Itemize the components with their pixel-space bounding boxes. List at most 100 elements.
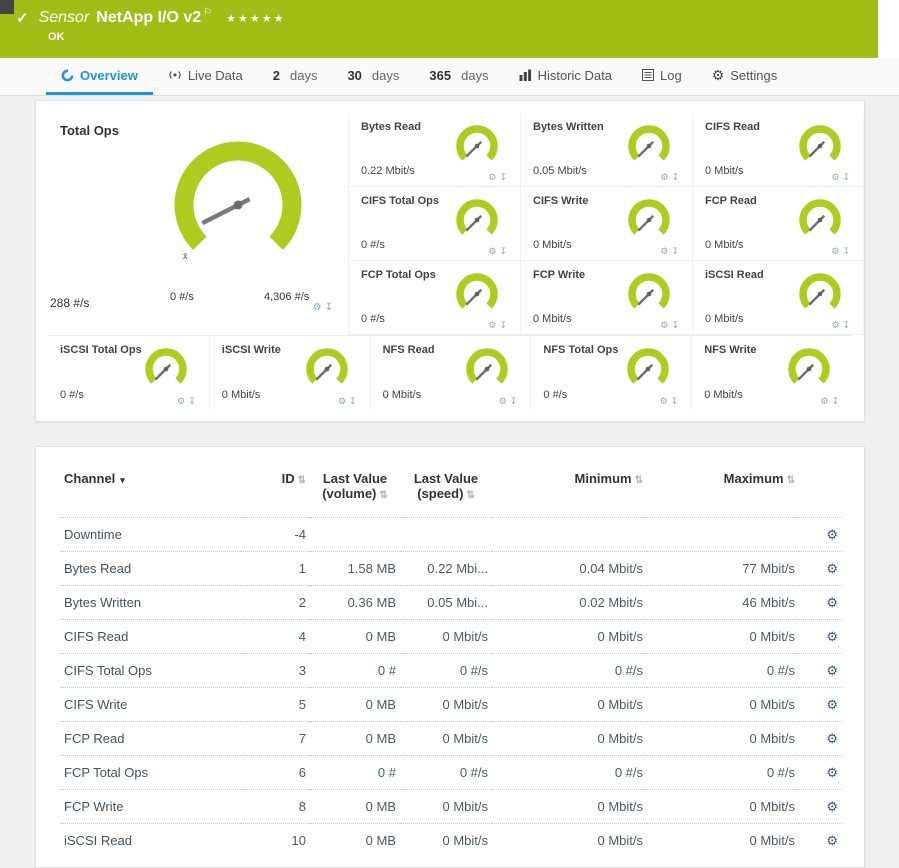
tab-live-data[interactable]: Live Data xyxy=(153,58,258,95)
gauge-download-icon[interactable]: ↧ xyxy=(325,302,336,313)
column-header-last-value-speed[interactable]: Last Value(speed)⇅ xyxy=(400,457,492,518)
gauge-download-icon[interactable]: ↧ xyxy=(671,320,682,330)
header-right-gap xyxy=(878,0,899,58)
gauge-download-icon[interactable]: ↧ xyxy=(831,396,842,406)
tab-30-days-unit: days xyxy=(372,68,399,83)
gauge-gear-icon[interactable]: ⚙ xyxy=(660,246,671,256)
tab-2-days[interactable]: 2days xyxy=(258,58,333,95)
gauge-cell-nfs-write[interactable]: NFS Write 0 Mbit/s ⚙↧ xyxy=(691,336,852,410)
gauge-gear-icon[interactable]: ⚙ xyxy=(313,302,325,313)
gauge-gear-icon[interactable]: ⚙ xyxy=(499,396,510,406)
channel-last-speed: 0.22 Mbi... xyxy=(400,552,492,586)
channel-edit-icon[interactable]: ⚙ xyxy=(826,663,838,678)
tab-historic-data[interactable]: Historic Data xyxy=(504,58,627,95)
gauge-needle xyxy=(638,216,653,231)
gauge-download-icon[interactable]: ↧ xyxy=(842,246,853,256)
channel-name[interactable]: Bytes Read xyxy=(60,552,240,586)
channel-name[interactable]: FCP Write xyxy=(60,790,240,824)
column-header-id[interactable]: ID⇅ xyxy=(240,457,310,518)
gauge-cell-fcp-total-ops[interactable]: FCP Total Ops 0 #/s ⚙↧ xyxy=(348,261,520,335)
gauge-gear-icon[interactable]: ⚙ xyxy=(338,396,349,406)
gauge-cell-nfs-read[interactable]: NFS Read 0 Mbit/s ⚙↧ xyxy=(370,336,531,410)
gauge-dial xyxy=(622,272,676,316)
gauge-gear-icon[interactable]: ⚙ xyxy=(660,172,671,182)
gauge-gear-icon[interactable]: ⚙ xyxy=(660,320,671,330)
gauge-cell-fcp-read[interactable]: FCP Read 0 Mbit/s ⚙↧ xyxy=(692,187,864,261)
gauge-gear-icon[interactable]: ⚙ xyxy=(488,172,499,182)
channel-filter-caret-icon[interactable]: ▾ xyxy=(120,475,125,485)
flag-icon[interactable]: ⚐ xyxy=(203,7,212,18)
gauge-cell-iscsi-total-ops[interactable]: iSCSI Total Ops 0 #/s ⚙↧ xyxy=(48,336,209,410)
channel-edit-icon[interactable]: ⚙ xyxy=(826,595,838,610)
gauge-needle xyxy=(638,142,653,157)
tab-365-days[interactable]: 365days xyxy=(414,58,503,95)
sort-icon[interactable]: ⇅ xyxy=(635,475,643,486)
channel-edit-icon[interactable]: ⚙ xyxy=(826,527,838,542)
gauge-download-icon[interactable]: ↧ xyxy=(510,396,521,406)
gauge-download-icon[interactable]: ↧ xyxy=(671,172,682,182)
table-row: iSCSI Read 10 0 MB 0 Mbit/s 0 Mbit/s 0 M… xyxy=(60,824,842,858)
gauge-gear-icon[interactable]: ⚙ xyxy=(820,396,831,406)
tab-30-days[interactable]: 30days xyxy=(332,58,414,95)
sort-icon[interactable]: ⇅ xyxy=(787,475,795,486)
channel-name[interactable]: FCP Total Ops xyxy=(60,756,240,790)
gauge-gear-icon[interactable]: ⚙ xyxy=(488,320,499,330)
channel-edit-icon[interactable]: ⚙ xyxy=(826,731,838,746)
channel-edit-icon[interactable]: ⚙ xyxy=(826,697,838,712)
gauge-cell-cifs-write[interactable]: CIFS Write 0 Mbit/s ⚙↧ xyxy=(520,187,692,261)
channel-last-volume: 0 MB xyxy=(310,688,400,722)
tab-log[interactable]: Log xyxy=(627,58,697,95)
tab-overview[interactable]: Overview xyxy=(46,58,153,95)
sensor-header: ✓ Sensor NetApp I/O v2 ⚐ ★★★★★ OK xyxy=(0,0,899,58)
channel-edit-icon[interactable]: ⚙ xyxy=(826,629,838,644)
channel-edit-icon[interactable]: ⚙ xyxy=(826,765,838,780)
gauge-gear-icon[interactable]: ⚙ xyxy=(831,246,842,256)
gauge-cell-bytes-read[interactable]: Bytes Read 0.22 Mbit/s ⚙↧ xyxy=(348,113,520,187)
gauge-download-icon[interactable]: ↧ xyxy=(499,172,510,182)
gauge-cell-iscsi-write[interactable]: iSCSI Write 0 Mbit/s ⚙↧ xyxy=(209,336,370,410)
column-header-minimum[interactable]: Minimum⇅ xyxy=(492,457,647,518)
channel-name[interactable]: iSCSI Read xyxy=(60,824,240,858)
sort-icon[interactable]: ⇅ xyxy=(379,490,387,501)
gauge-download-icon[interactable]: ↧ xyxy=(671,246,682,256)
gauge-cell-total-ops[interactable]: Total Ops x̄ 288 #/s 0 #/s 4,306 #/s ⚙↧ xyxy=(48,113,348,335)
channel-name[interactable]: CIFS Write xyxy=(60,688,240,722)
gauge-download-icon[interactable]: ↧ xyxy=(188,396,199,406)
channel-table-panel: Channel▾ ID⇅ Last Value(volume)⇅ Last Va… xyxy=(35,446,865,868)
channel-edit-icon[interactable]: ⚙ xyxy=(826,561,838,576)
gauge-download-icon[interactable]: ↧ xyxy=(842,320,853,330)
gauge-cell-bytes-written[interactable]: Bytes Written 0.05 Mbit/s ⚙↧ xyxy=(520,113,692,187)
gauge-download-icon[interactable]: ↧ xyxy=(499,320,510,330)
channel-edit-icon[interactable]: ⚙ xyxy=(826,799,838,814)
gauge-cell-nfs-total-ops[interactable]: NFS Total Ops 0 #/s ⚙↧ xyxy=(530,336,691,410)
gauge-gear-icon[interactable]: ⚙ xyxy=(831,320,842,330)
gauge-gear-icon[interactable]: ⚙ xyxy=(488,246,499,256)
column-header-maximum[interactable]: Maximum⇅ xyxy=(647,457,799,518)
channel-edit-icon[interactable]: ⚙ xyxy=(826,833,838,848)
gauge-cell-cifs-read[interactable]: CIFS Read 0 Mbit/s ⚙↧ xyxy=(692,113,864,187)
gauge-download-icon[interactable]: ↧ xyxy=(349,396,360,406)
sort-icon[interactable]: ⇅ xyxy=(298,475,306,486)
tab-settings[interactable]: ⚙ Settings xyxy=(697,58,793,95)
gauge-cell-cifs-total-ops[interactable]: CIFS Total Ops 0 #/s ⚙↧ xyxy=(348,187,520,261)
channel-name[interactable]: FCP Read xyxy=(60,722,240,756)
channel-last-volume: 0 MB xyxy=(310,620,400,654)
table-row: FCP Write 8 0 MB 0 Mbit/s 0 Mbit/s 0 Mbi… xyxy=(60,790,842,824)
channel-name[interactable]: CIFS Total Ops xyxy=(60,654,240,688)
gauge-gear-icon[interactable]: ⚙ xyxy=(831,172,842,182)
channel-name[interactable]: CIFS Read xyxy=(60,620,240,654)
gauge-cell-iscsi-read[interactable]: iSCSI Read 0 Mbit/s ⚙↧ xyxy=(692,261,864,335)
channel-name[interactable]: Bytes Written xyxy=(60,586,240,620)
column-header-last-value-volume[interactable]: Last Value(volume)⇅ xyxy=(310,457,400,518)
gauge-download-icon[interactable]: ↧ xyxy=(842,172,853,182)
gauge-gear-icon[interactable]: ⚙ xyxy=(660,396,671,406)
sort-icon[interactable]: ⇅ xyxy=(466,490,474,501)
channel-id: 2 xyxy=(240,586,310,620)
channel-name[interactable]: Downtime xyxy=(60,518,240,552)
gauge-download-icon[interactable]: ↧ xyxy=(671,396,682,406)
column-header-channel[interactable]: Channel▾ xyxy=(60,457,240,518)
priority-stars[interactable]: ★★★★★ xyxy=(226,12,285,25)
gauge-cell-fcp-write[interactable]: FCP Write 0 Mbit/s ⚙↧ xyxy=(520,261,692,335)
gauge-download-icon[interactable]: ↧ xyxy=(499,246,510,256)
gauge-gear-icon[interactable]: ⚙ xyxy=(177,396,188,406)
